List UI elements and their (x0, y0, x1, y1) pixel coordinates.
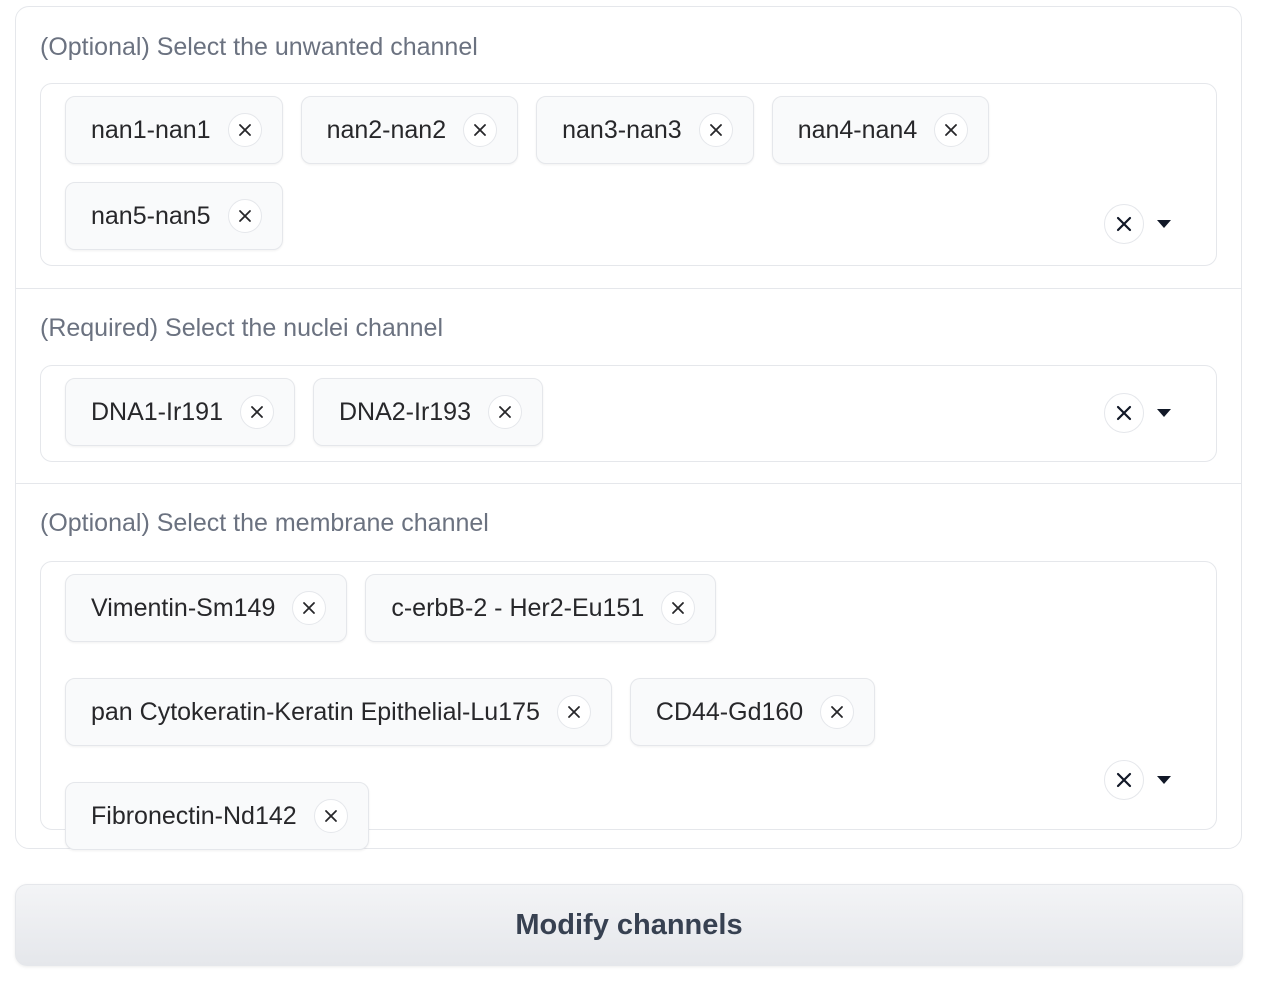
chip: DNA2-Ir193 (313, 378, 543, 446)
dropdown-toggle[interactable] (1156, 219, 1172, 229)
chip-label: nan1-nan1 (91, 115, 211, 144)
chip: nan4-nan4 (771, 96, 990, 164)
selected-chips: nan1-nan1 nan2-nan2 nan3-nan3 nan4-nan4 … (65, 96, 1106, 250)
remove-chip-button[interactable] (661, 591, 696, 625)
chip-label: nan5-nan5 (91, 201, 211, 230)
modify-channels-button[interactable]: Modify channels (15, 884, 1243, 966)
membrane-channel-label: (Optional) Select the membrane channel (40, 509, 489, 537)
caret-down-icon (1157, 220, 1171, 228)
remove-chip-button[interactable] (820, 695, 855, 729)
chip: nan2-nan2 (300, 96, 519, 164)
close-icon (1116, 405, 1132, 421)
clear-all-button[interactable] (1104, 393, 1144, 433)
nuclei-channel-section: (Required) Select the nuclei channel DNA… (16, 288, 1241, 483)
select-controls (1104, 393, 1172, 433)
remove-chip-button[interactable] (227, 113, 262, 147)
chip: nan5-nan5 (65, 182, 283, 250)
remove-chip-button[interactable] (240, 395, 274, 429)
chip: DNA1-Ir191 (65, 378, 295, 446)
chip-label: DNA2-Ir193 (339, 397, 471, 426)
remove-chip-button[interactable] (313, 799, 348, 833)
close-icon (324, 810, 337, 822)
selected-chips: DNA1-Ir191 DNA2-Ir193 (65, 378, 1106, 446)
close-icon (303, 602, 316, 614)
close-icon (474, 124, 487, 136)
unwanted-channel-section: (Optional) Select the unwanted channel n… (16, 7, 1241, 288)
chip: nan1-nan1 (65, 96, 283, 164)
chip: CD44-Gd160 (629, 678, 876, 746)
chip: Fibronectin-Nd142 (65, 782, 369, 850)
remove-chip-button[interactable] (556, 695, 591, 729)
nuclei-channel-label: (Required) Select the nuclei channel (40, 314, 444, 342)
clear-all-button[interactable] (1104, 204, 1144, 244)
select-controls (1104, 760, 1172, 800)
clear-all-button[interactable] (1104, 760, 1144, 800)
remove-chip-button[interactable] (698, 113, 733, 147)
chip: Vimentin-Sm149 (65, 574, 348, 642)
chip-label: CD44-Gd160 (655, 697, 804, 726)
unwanted-channel-label: (Optional) Select the unwanted channel (40, 33, 478, 61)
chip-label: nan2-nan2 (326, 115, 447, 144)
membrane-channel-multiselect[interactable]: Vimentin-Sm149 c-erbB-2 - Her2-Eu151 pan… (40, 561, 1217, 850)
remove-chip-button[interactable] (227, 199, 262, 233)
unwanted-channel-multiselect[interactable]: nan1-nan1 nan2-nan2 nan3-nan3 nan4-nan4 … (40, 83, 1217, 266)
close-icon (238, 210, 251, 222)
chip-label: nan3-nan3 (562, 115, 682, 144)
close-icon (1116, 772, 1132, 788)
caret-down-icon (1157, 409, 1171, 417)
select-controls (1104, 204, 1172, 244)
selected-chips: Vimentin-Sm149 c-erbB-2 - Her2-Eu151 pan… (65, 574, 1106, 850)
chip: nan3-nan3 (536, 96, 754, 164)
remove-chip-button[interactable] (292, 591, 327, 625)
nuclei-channel-multiselect[interactable]: DNA1-Ir191 DNA2-Ir193 (40, 365, 1217, 462)
chip-label: nan4-nan4 (797, 115, 918, 144)
chip-label: c-erbB-2 - Her2-Eu151 (391, 593, 645, 622)
close-icon (945, 124, 958, 136)
chip: pan Cytokeratin-Keratin Epithelial-Lu175 (65, 678, 612, 746)
close-icon (499, 406, 511, 418)
chip-label: Vimentin-Sm149 (91, 593, 276, 622)
dropdown-toggle[interactable] (1156, 408, 1172, 418)
close-icon (567, 706, 580, 718)
close-icon (709, 124, 722, 136)
membrane-channel-section: (Optional) Select the membrane channel V… (16, 483, 1241, 850)
chip-label: DNA1-Ir191 (91, 397, 223, 426)
remove-chip-button[interactable] (934, 113, 969, 147)
channel-selection-panel: (Optional) Select the unwanted channel n… (15, 6, 1242, 850)
chip-label: Fibronectin-Nd142 (91, 801, 297, 830)
close-icon (251, 406, 263, 418)
dropdown-toggle[interactable] (1156, 775, 1172, 785)
remove-chip-button[interactable] (488, 395, 522, 429)
caret-down-icon (1157, 776, 1171, 784)
close-icon (831, 706, 844, 718)
close-icon (672, 602, 685, 614)
chip: c-erbB-2 - Her2-Eu151 (365, 574, 717, 642)
close-icon (1116, 216, 1132, 232)
remove-chip-button[interactable] (463, 113, 498, 147)
chip-label: pan Cytokeratin-Keratin Epithelial-Lu175 (91, 697, 540, 726)
close-icon (238, 124, 251, 136)
